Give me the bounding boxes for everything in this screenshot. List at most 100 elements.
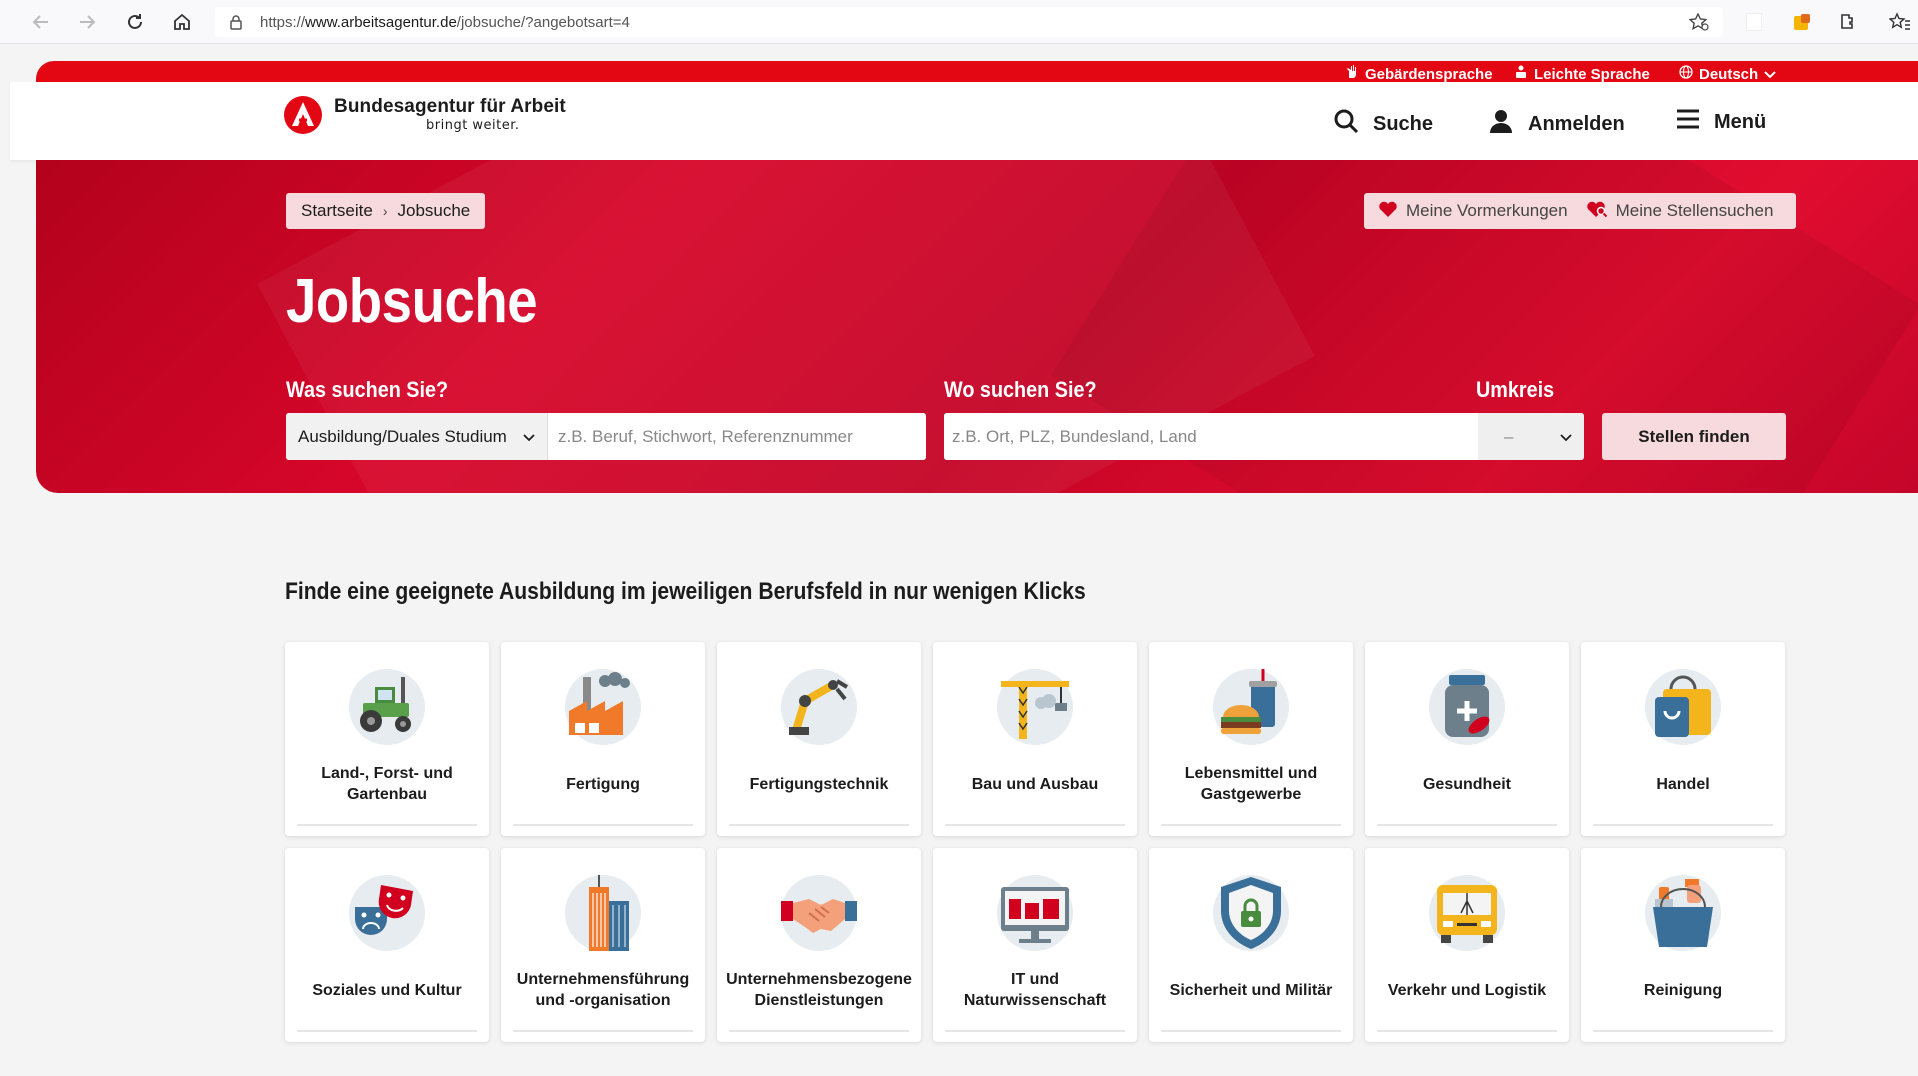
medicine-jar-icon (1427, 667, 1507, 747)
field-tile-lebensmittel-gastgewerbe[interactable]: Lebensmittel und Gastgewerbe (1149, 642, 1353, 836)
forward-icon[interactable] (74, 9, 100, 35)
field-tile-soziales-kultur[interactable]: Soziales und Kultur (285, 848, 489, 1042)
search-button[interactable]: Suche (1333, 108, 1433, 140)
find-jobs-button[interactable]: Stellen finden (1602, 413, 1786, 460)
favorites-icon[interactable] (1888, 10, 1912, 34)
factory-icon (563, 667, 643, 747)
sign-language-link[interactable]: Gebärdensprache (1345, 65, 1493, 83)
shield-lock-icon (1211, 873, 1291, 953)
bus-icon (1427, 873, 1507, 953)
field-tile-unternehmensbezogene-dienstleistungen[interactable]: Unternehmensbezogene Dienstleistungen (717, 848, 921, 1042)
field-tile-it-naturwissenschaft[interactable]: IT und Naturwissenschaft (933, 848, 1137, 1042)
radius-label: Umkreis (1476, 377, 1555, 402)
field-tile-land-forst-gartenbau[interactable]: Land-, Forst- und Gartenbau (285, 642, 489, 836)
login-button[interactable]: Anmelden (1488, 108, 1625, 140)
radius-select[interactable]: – (1478, 413, 1584, 460)
easy-language-icon (1514, 65, 1528, 83)
field-tile-label: Land-, Forst- und Gartenbau (321, 765, 453, 803)
back-icon[interactable] (28, 9, 54, 35)
extension-blank-icon[interactable] (1742, 10, 1766, 34)
breadcrumb-separator: › (382, 203, 388, 219)
user-icon (1488, 108, 1514, 140)
my-job-searches-label: Meine Stellensuchen (1615, 201, 1774, 220)
menu-label: Menü (1714, 110, 1767, 133)
field-tile-fertigung[interactable]: Fertigung (501, 642, 705, 836)
extension-puzzle-colored-icon[interactable] (1790, 10, 1814, 34)
logo-slogan: bringt weiter. (426, 118, 520, 133)
field-tile-reinigung[interactable]: Reinigung (1581, 848, 1785, 1042)
field-tile-unternehmensfuehrung[interactable]: Unternehmensführung und -organisation (501, 848, 705, 1042)
ba-logo-icon (284, 96, 322, 139)
ba-logo[interactable]: Bundesagentur für Arbeit bringt weiter. (284, 96, 566, 139)
field-tile-sicherheit-militaer[interactable]: Sicherheit und Militär (1149, 848, 1353, 1042)
offer-type-value: Ausbildung/Duales Studium (298, 426, 507, 446)
bookmarks-bar: Meine Vormerkungen Meine Stellensuchen (1364, 193, 1796, 229)
reload-icon[interactable] (122, 9, 148, 35)
where-search-group: – (944, 413, 1584, 460)
burger-drink-icon (1211, 667, 1291, 747)
search-icon (1333, 108, 1359, 140)
field-tile-label: Verkehr und Logistik (1387, 981, 1547, 999)
chevron-down-icon (1560, 427, 1572, 447)
sign-language-label: Gebärdensprache (1365, 65, 1493, 83)
language-selector[interactable]: Deutsch (1679, 65, 1776, 83)
cleaning-bucket-icon (1643, 873, 1723, 953)
chevron-down-icon (1764, 66, 1776, 83)
my-job-searches-link[interactable]: Meine Stellensuchen (1586, 200, 1774, 223)
field-tile-label: Reinigung (1643, 981, 1723, 999)
robot-arm-icon (779, 667, 859, 747)
field-tile-label: Bau und Ausbau (971, 775, 1099, 793)
offer-type-select[interactable]: Ausbildung/Duales Studium (286, 413, 548, 460)
field-tile-gesundheit[interactable]: Gesundheit (1365, 642, 1569, 836)
field-tile-label: Fertigungstechnik (749, 775, 889, 793)
keyword-input[interactable] (548, 413, 926, 460)
menu-button[interactable]: Menü (1676, 108, 1766, 136)
easy-language-label: Leichte Sprache (1534, 65, 1650, 83)
monitor-chart-icon (995, 873, 1075, 953)
field-tile-label: Unternehmensführung und -organisation (516, 971, 690, 1009)
login-label: Anmelden (1528, 112, 1625, 135)
field-tile-verkehr-logistik[interactable]: Verkehr und Logistik (1365, 848, 1569, 1042)
hero-search-area: Startseite › Jobsuche Meine Vormerkungen… (36, 160, 1918, 493)
hand-icon (1345, 65, 1359, 83)
breadcrumb-home-link[interactable]: Startseite (301, 201, 373, 221)
crane-icon (995, 667, 1075, 747)
page: Gebärdensprache Leichte Sprache Deutsch … (10, 44, 1918, 1076)
hamburger-menu-icon (1676, 108, 1700, 136)
location-input[interactable] (944, 413, 1478, 460)
what-label: Was suchen Sie? (286, 377, 449, 402)
section-title: Finde eine geeignete Ausbildung im jewei… (285, 578, 1086, 605)
field-tile-label: Soziales und Kultur (312, 981, 462, 999)
tractor-icon (347, 667, 427, 747)
chevron-down-icon (523, 427, 535, 447)
shopping-bag-icon (1643, 667, 1723, 747)
field-tile-label: Lebensmittel und Gastgewerbe (1184, 765, 1318, 803)
field-tile-label: Fertigung (566, 775, 640, 793)
logo-name: Bundesagentur für Arbeit (334, 96, 566, 117)
easy-language-link[interactable]: Leichte Sprache (1514, 65, 1650, 83)
page-title: Jobsuche (286, 267, 538, 336)
field-tile-bau-ausbau[interactable]: Bau und Ausbau (933, 642, 1137, 836)
lock-icon (229, 14, 243, 35)
search-label: Suche (1373, 112, 1434, 135)
favorite-star-icon[interactable] (1688, 12, 1709, 36)
address-bar[interactable]: https://www.arbeitsagentur.de/jobsuche/?… (215, 7, 1723, 37)
where-label: Wo suchen Sie? (944, 377, 1097, 402)
theater-masks-icon (347, 873, 427, 953)
home-icon[interactable] (169, 9, 195, 35)
field-tile-handel[interactable]: Handel (1581, 642, 1785, 836)
site-header: Bundesagentur für Arbeit bringt weiter. … (10, 82, 1918, 160)
my-saved-jobs-link[interactable]: Meine Vormerkungen (1378, 200, 1568, 223)
globe-icon (1679, 65, 1693, 83)
field-tile-label: Handel (1656, 775, 1710, 793)
field-tile-label: Unternehmensbezogene Dienstleistungen (726, 971, 912, 1009)
field-tile-label: Gesundheit (1422, 775, 1511, 793)
url-text: https://www.arbeitsagentur.de/jobsuche/?… (260, 14, 630, 31)
handshake-icon (779, 873, 859, 953)
breadcrumb-current: Jobsuche (397, 201, 471, 220)
field-tile-label: IT und Naturwissenschaft (963, 971, 1107, 1009)
field-tile-label: Sicherheit und Militär (1169, 981, 1333, 999)
field-tile-fertigungstechnik[interactable]: Fertigungstechnik (717, 642, 921, 836)
extensions-icon[interactable] (1836, 10, 1860, 34)
browser-toolbar: https://www.arbeitsagentur.de/jobsuche/?… (0, 0, 1918, 44)
